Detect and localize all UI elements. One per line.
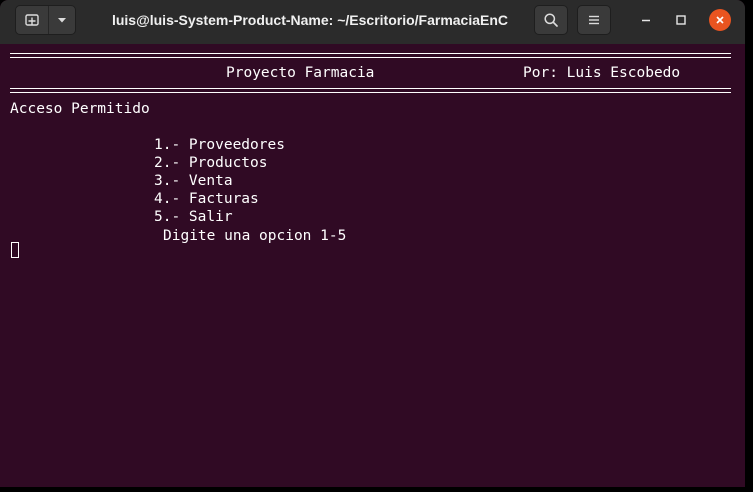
menu-button[interactable]: [577, 5, 611, 35]
access-message: Acceso Permitido: [10, 101, 150, 117]
new-tab-button[interactable]: [16, 6, 50, 34]
tab-button-group: [15, 5, 76, 35]
maximize-button[interactable]: [670, 9, 692, 31]
menu-item-venta: 3.- Venta: [154, 173, 233, 189]
title-bar: luis@luis-System-Product-Name: ~/Escrito…: [0, 0, 745, 44]
project-title: Proyecto Farmacia: [226, 65, 375, 81]
terminal-window: luis@luis-System-Product-Name: ~/Escrito…: [0, 0, 745, 487]
menu-item-proveedores: 1.- Proveedores: [154, 137, 285, 153]
separator-line-bottom: [10, 87, 731, 94]
search-button[interactable]: [534, 5, 568, 35]
chevron-down-icon: [58, 18, 67, 23]
search-icon: [544, 13, 558, 27]
close-button[interactable]: [709, 9, 731, 31]
separator-line-top: [10, 52, 731, 59]
tab-dropdown-button[interactable]: [49, 6, 75, 34]
input-prompt: Digite una opcion 1-5: [163, 228, 347, 244]
window-title: luis@luis-System-Product-Name: ~/Escrito…: [111, 12, 509, 28]
author-label: Por: Luis Escobedo: [523, 65, 681, 81]
maximize-icon: [676, 15, 686, 25]
terminal-output[interactable]: Proyecto Farmacia Por: Luis Escobedo Acc…: [10, 46, 735, 484]
menu-item-facturas: 4.- Facturas: [154, 191, 259, 207]
hamburger-menu-icon: [589, 15, 599, 25]
minimize-button[interactable]: [635, 9, 657, 31]
close-icon: [716, 16, 724, 24]
menu-item-productos: 2.- Productos: [154, 155, 268, 171]
minimize-icon: [642, 19, 650, 22]
new-tab-icon: [25, 14, 39, 26]
text-cursor[interactable]: [11, 242, 19, 258]
menu-item-salir: 5.- Salir: [154, 209, 233, 225]
